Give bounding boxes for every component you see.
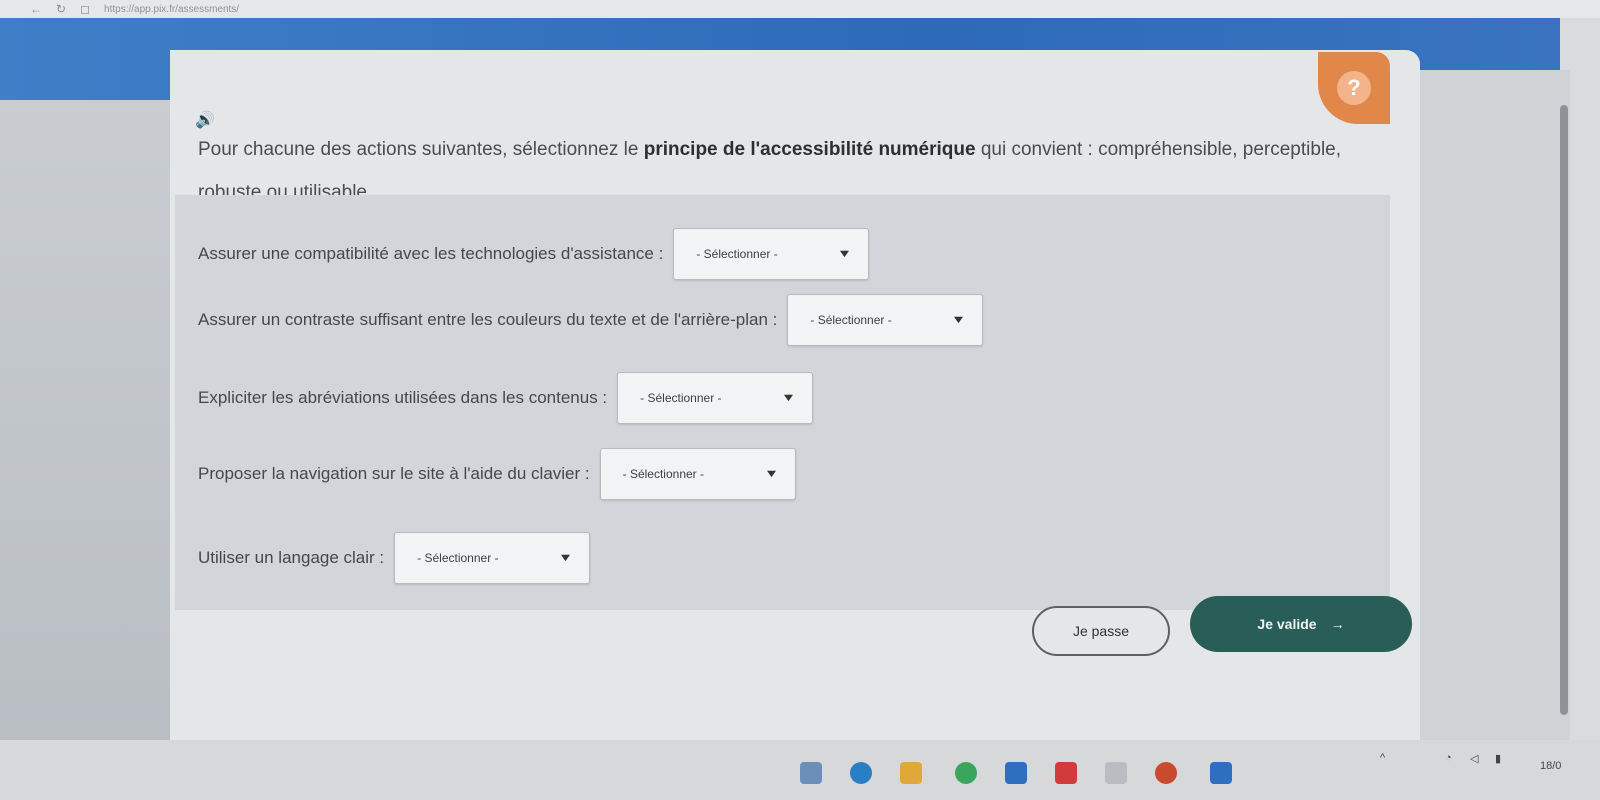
principle-select[interactable]: - Sélectionner - ▼	[787, 294, 984, 346]
outlook-icon[interactable]	[1005, 762, 1027, 784]
principle-select[interactable]: - Sélectionner - ▼	[394, 532, 591, 584]
answer-row: Proposer la navigation sur le site à l'a…	[198, 448, 796, 500]
taskbar-app-icon[interactable]	[800, 762, 822, 784]
skip-button[interactable]: Je passe	[1032, 606, 1170, 656]
word-icon[interactable]	[1210, 762, 1232, 784]
answer-label: Assurer une compatibilité avec les techn…	[198, 244, 664, 263]
tray-chevron-icon[interactable]: ^	[1380, 752, 1385, 764]
edge-icon[interactable]	[850, 762, 872, 784]
tab-icon: ◻	[80, 2, 91, 16]
scrollbar[interactable]	[1560, 105, 1568, 715]
youtube-icon[interactable]	[1055, 762, 1077, 784]
back-icon[interactable]: ←	[30, 2, 42, 16]
browser-toolbar: ← ↻ ◻ https://app.pix.fr/assessments/	[0, 0, 1600, 18]
refresh-icon[interactable]: ↻	[56, 2, 66, 16]
answer-row: Assurer une compatibilité avec les techn…	[198, 228, 870, 280]
file-explorer-icon[interactable]	[900, 762, 922, 784]
answer-row: Assurer un contraste suffisant entre les…	[198, 294, 984, 346]
snipping-icon[interactable]	[1105, 762, 1127, 784]
chevron-down-icon: ▼	[558, 552, 574, 564]
left-background	[0, 100, 170, 740]
answer-label: Assurer un contraste suffisant entre les…	[198, 310, 778, 329]
help-icon: ?	[1337, 71, 1371, 105]
battery-icon[interactable]: ▮	[1495, 752, 1501, 765]
answer-label: Expliciter les abréviations utilisées da…	[198, 388, 608, 407]
principle-select[interactable]: - Sélectionner - ▼	[617, 372, 814, 424]
wifi-icon[interactable]: ◔	[1445, 752, 1452, 764]
validate-button[interactable]: Je valide →	[1190, 596, 1412, 652]
answer-row: Utiliser un langage clair : - Sélectionn…	[198, 532, 591, 584]
right-background	[1420, 70, 1570, 750]
chrome-icon[interactable]	[955, 762, 977, 784]
powerpoint-icon[interactable]	[1155, 762, 1177, 784]
arrow-right-icon: →	[1330, 616, 1345, 632]
principle-select[interactable]: - Sélectionner - ▼	[673, 228, 870, 280]
taskbar-date[interactable]: 18/0	[1540, 760, 1561, 772]
address-bar[interactable]: https://app.pix.fr/assessments/	[104, 4, 239, 15]
answer-row: Expliciter les abréviations utilisées da…	[198, 372, 814, 424]
chevron-down-icon: ▼	[837, 248, 853, 260]
principle-select[interactable]: - Sélectionner - ▼	[599, 448, 796, 500]
instructions-emphasis: principe de l'accessibilité numérique	[643, 139, 976, 160]
chevron-down-icon: ▼	[951, 314, 967, 326]
chevron-down-icon: ▼	[781, 392, 797, 404]
answer-label: Proposer la navigation sur le site à l'a…	[198, 464, 590, 483]
speaker-icon[interactable]: 🔊	[195, 110, 215, 130]
chevron-down-icon: ▼	[763, 468, 779, 480]
volume-icon[interactable]: ◁	[1470, 752, 1478, 765]
answer-label: Utiliser un langage clair :	[198, 548, 385, 567]
